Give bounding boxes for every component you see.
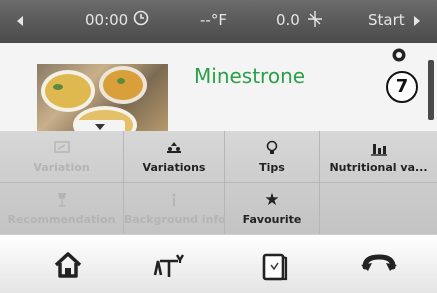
- book-icon: [262, 253, 288, 281]
- menu-item-label: Nutritional va...: [329, 161, 428, 174]
- settings-icon[interactable]: [391, 47, 407, 63]
- wine-glass-icon: [0, 192, 123, 208]
- time-display[interactable]: 00:00: [85, 11, 128, 29]
- menu-item-tips[interactable]: Tips: [225, 131, 320, 182]
- variations-icon: [124, 140, 224, 156]
- menu-item-label: Tips: [259, 161, 285, 174]
- menu-item-label: Recommendation: [7, 213, 116, 226]
- recipe-book-button[interactable]: [252, 245, 296, 285]
- speed-display[interactable]: 0.0: [276, 11, 300, 29]
- status-bar: 00:00 --°F 0.0 Start: [0, 0, 437, 43]
- bottom-navigation: [0, 234, 437, 293]
- speed-icon: [307, 10, 323, 32]
- menu-item-label: Variation: [33, 161, 90, 174]
- menu-empty-cell: [320, 183, 437, 234]
- scale-button[interactable]: [147, 245, 191, 285]
- chevron-down-icon: [95, 124, 105, 130]
- info-icon: [124, 192, 224, 208]
- thermomix-screen: 00:00 --°F 0.0 Start Minestrone 7 Variat…: [0, 0, 437, 293]
- menu-item-nutritional-values[interactable]: Nutritional va...: [320, 131, 437, 182]
- menu-item-label: Background info: [124, 213, 224, 226]
- clock-icon: [133, 10, 149, 30]
- reverse-button[interactable]: [357, 245, 401, 285]
- menu-item-favourite[interactable]: ★ Favourite: [225, 183, 320, 234]
- menu-row-1: Variation Variations Tips Nutritional va…: [0, 131, 437, 182]
- menu-item-variations[interactable]: Variations: [124, 131, 225, 182]
- previous-arrow-icon[interactable]: [17, 16, 23, 26]
- scale-icon: [153, 254, 185, 277]
- menu-item-recommendation: Recommendation: [0, 183, 124, 234]
- star-icon: ★: [264, 190, 280, 210]
- home-icon: [54, 252, 82, 278]
- edit-icon: [0, 140, 123, 156]
- menu-item-variation: Variation: [0, 131, 124, 182]
- lightbulb-icon: [225, 140, 319, 156]
- recipe-title: Minestrone: [194, 64, 306, 88]
- menu-item-label: Variations: [142, 161, 206, 174]
- step-badge: 7: [386, 71, 418, 103]
- reverse-icon: [361, 254, 397, 271]
- recipe-context-menu: Variation Variations Tips Nutritional va…: [0, 131, 437, 234]
- menu-item-label: Favourite: [242, 213, 302, 226]
- start-button[interactable]: Start: [368, 11, 405, 29]
- menu-item-background-info: Background info: [124, 183, 225, 234]
- menu-row-2: Recommendation Background info ★ Favouri…: [0, 183, 437, 234]
- home-button[interactable]: [46, 245, 90, 285]
- scrollbar[interactable]: [428, 60, 434, 120]
- bar-chart-icon: [320, 140, 437, 156]
- next-arrow-icon[interactable]: [414, 16, 420, 26]
- temperature-display[interactable]: --°F: [200, 11, 227, 29]
